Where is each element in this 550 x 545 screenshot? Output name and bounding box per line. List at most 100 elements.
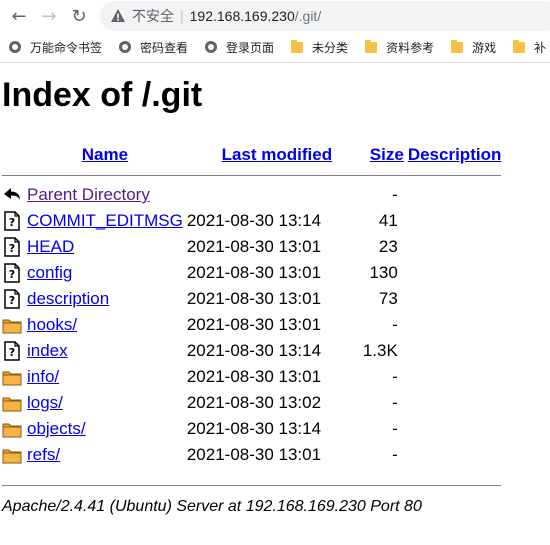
- sort-name-link[interactable]: Name: [82, 145, 128, 164]
- bottom-rule-row: [2, 468, 502, 486]
- name-cell: logs/: [27, 390, 183, 416]
- parent-description: [404, 182, 502, 208]
- file-link[interactable]: description: [27, 289, 109, 308]
- parent-directory-link[interactable]: Parent Directory: [27, 185, 150, 204]
- divider: [2, 485, 502, 486]
- top-rule-row: [2, 168, 502, 182]
- folder-icon: [2, 445, 27, 465]
- description-cell: [404, 442, 502, 468]
- url-host: 192.168.169.230: [189, 8, 295, 24]
- size-cell: 41: [378, 211, 398, 230]
- file-link[interactable]: COMMIT_EDITMSG: [27, 211, 183, 230]
- bookmark-item[interactable]: 游戏: [450, 39, 496, 56]
- table-row: ? description 2021-08-30 13:01 73: [2, 286, 501, 312]
- size-cell: 130: [369, 263, 398, 282]
- size-cell: 1.3K: [362, 341, 398, 360]
- svg-text:?: ?: [9, 242, 15, 255]
- bookmark-label: 游戏: [472, 40, 497, 55]
- address-bar[interactable]: 不安全 | 192.168.169.230/.git/: [100, 1, 550, 31]
- browser-toolbar: ← → ↻ 不安全 | 192.168.169.230/.git/: [0, 0, 550, 32]
- last-modified-cell: 2021-08-30 13:01: [186, 445, 322, 464]
- server-signature: Apache/2.4.41 (Ubuntu) Server at 192.168…: [2, 498, 422, 515]
- file-link[interactable]: HEAD: [27, 237, 74, 256]
- security-label[interactable]: 不安全: [132, 6, 174, 26]
- icon-cell: ?: [2, 234, 27, 260]
- description-cell: [404, 208, 502, 234]
- bookmark-item[interactable]: 万能命令书签: [8, 39, 102, 56]
- svg-text:?: ?: [9, 346, 15, 359]
- icon-cell: [2, 312, 27, 338]
- description-cell: [404, 416, 502, 442]
- name-cell: COMMIT_EDITMSG: [27, 208, 183, 234]
- bookmark-item[interactable]: 补: [512, 39, 546, 56]
- back-arrow-icon: [4, 188, 20, 200]
- icon-cell: [2, 390, 27, 416]
- table-row: ? COMMIT_EDITMSG 2021-08-30 13:14 41: [2, 208, 501, 234]
- parent-name-cell: Parent Directory: [27, 182, 183, 208]
- name-cell: index: [27, 338, 183, 364]
- last-modified-cell: 2021-08-30 13:01: [186, 315, 322, 334]
- icon-cell: [2, 442, 27, 468]
- file-link[interactable]: info/: [27, 367, 59, 386]
- folder-icon: [364, 39, 378, 54]
- forward-button[interactable]: →: [34, 1, 64, 31]
- directory-listing: Name Last modified Size Description Pare…: [2, 142, 502, 486]
- size-cell: -: [392, 393, 398, 412]
- sort-size-link[interactable]: Size: [370, 145, 404, 164]
- file-link[interactable]: logs/: [27, 393, 63, 412]
- warning-icon[interactable]: [110, 8, 126, 24]
- table-row: ? index 2021-08-30 13:14 1.3K: [2, 338, 501, 364]
- bookmark-label: 万能命令书签: [30, 40, 103, 55]
- parent-row: Parent Directory -: [2, 182, 501, 208]
- folder-icon: [290, 39, 304, 54]
- back-button[interactable]: ←: [4, 1, 34, 31]
- size-cell: 73: [378, 289, 398, 308]
- table-row: refs/2021-08-30 13:01 -: [2, 442, 501, 468]
- name-cell: config: [27, 260, 183, 286]
- globe-icon: [204, 40, 218, 54]
- name-cell: objects/: [27, 416, 183, 442]
- name-cell: refs/: [27, 442, 183, 468]
- icon-cell: [2, 416, 27, 442]
- bookmark-item[interactable]: 登录页面: [204, 39, 274, 56]
- last-modified-cell: 2021-08-30 13:14: [186, 211, 322, 230]
- last-modified-cell: 2021-08-30 13:01: [186, 367, 322, 386]
- size-header: Size: [363, 142, 404, 168]
- bookmark-item[interactable]: 密码查看: [118, 39, 188, 56]
- description-header: Description: [404, 142, 502, 168]
- file-link[interactable]: hooks/: [27, 315, 77, 334]
- description-cell: [404, 338, 502, 364]
- folder-icon: [2, 367, 27, 387]
- icon-header: [2, 142, 27, 168]
- description-cell: [404, 286, 502, 312]
- bookmark-item[interactable]: 资料参考: [364, 39, 434, 56]
- size-cell: -: [392, 315, 398, 334]
- file-link[interactable]: objects/: [27, 419, 86, 438]
- folder-icon: [450, 39, 464, 54]
- bookmarks-bar: 万能命令书签 密码查看 登录页面 未分类 资料参考 游戏 补: [0, 32, 550, 63]
- last-modified-cell: 2021-08-30 13:14: [186, 419, 322, 438]
- reload-icon: ↻: [71, 5, 87, 27]
- page-content: Index of /.git Name Last modified Size D…: [2, 72, 502, 516]
- bookmark-item[interactable]: 未分类: [290, 39, 348, 56]
- sort-description-link[interactable]: Description: [408, 145, 502, 164]
- table-row: logs/2021-08-30 13:02 -: [2, 390, 501, 416]
- file-link[interactable]: refs/: [27, 445, 60, 464]
- sort-last-modified-link[interactable]: Last modified: [222, 145, 333, 164]
- page-title: Index of /.git: [2, 76, 203, 114]
- size-cell: -: [392, 445, 398, 464]
- file-link[interactable]: config: [27, 263, 72, 282]
- file-unknown-icon: ?: [2, 211, 27, 231]
- parent-size: -: [392, 185, 398, 204]
- file-link[interactable]: index: [27, 341, 68, 360]
- description-cell: [404, 390, 502, 416]
- bookmark-label: 资料参考: [386, 40, 435, 55]
- bookmark-label: 补: [534, 40, 547, 55]
- name-header: Name: [27, 142, 183, 168]
- reload-button[interactable]: ↻: [64, 1, 94, 31]
- size-cell: 23: [378, 237, 398, 256]
- file-unknown-icon: ?: [2, 263, 27, 283]
- globe-icon: [8, 40, 22, 54]
- last-modified-cell: 2021-08-30 13:01: [186, 263, 322, 282]
- table-row: ? HEAD 2021-08-30 13:01 23: [2, 234, 501, 260]
